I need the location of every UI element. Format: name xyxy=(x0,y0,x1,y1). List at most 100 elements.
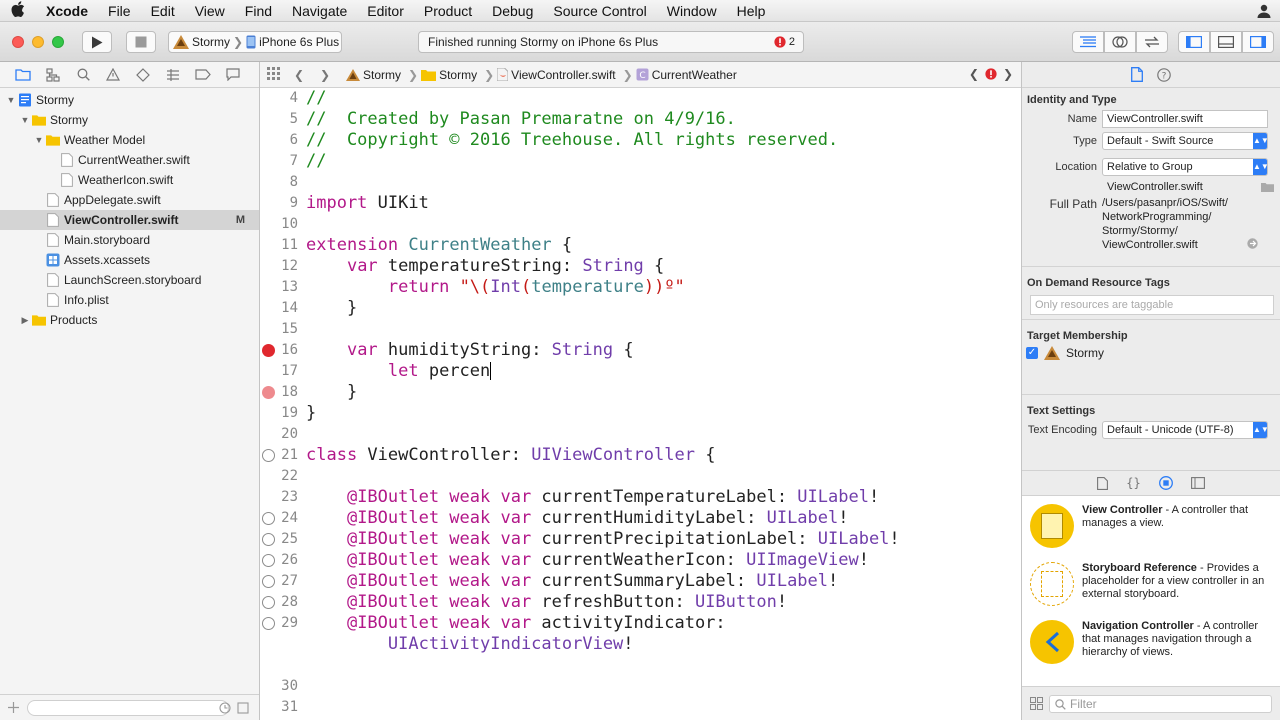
library-filter-input[interactable]: Filter xyxy=(1049,694,1272,713)
encoding-select[interactable]: Default - Unicode (UTF-8) ▲▼ xyxy=(1102,421,1269,439)
menu-file[interactable]: File xyxy=(98,0,141,22)
tree-item[interactable]: Assets.xcassets xyxy=(0,250,259,270)
grid-view-icon[interactable] xyxy=(1030,697,1043,710)
find-navigator-tab[interactable] xyxy=(74,66,92,84)
next-issue-icon[interactable]: ❯ xyxy=(1003,67,1013,81)
disclosure-open-icon[interactable]: ▼ xyxy=(20,110,30,130)
code-token: temperatureString: xyxy=(377,256,583,276)
disclosure-closed-icon[interactable]: ▶ xyxy=(20,310,30,330)
add-icon[interactable] xyxy=(8,702,19,713)
assistant-editor-button[interactable] xyxy=(1104,31,1136,53)
object-library-icon[interactable] xyxy=(1158,476,1173,490)
toolbar: Stormy ❯ iPhone 6s Plus Finished running… xyxy=(0,22,1280,62)
tree-item[interactable]: Main.storyboard xyxy=(0,230,259,250)
crumb-file[interactable]: ViewController.swift xyxy=(497,68,619,82)
menu-product[interactable]: Product xyxy=(414,0,482,22)
tree-item[interactable]: ▼ Stormy xyxy=(0,110,259,130)
scheme-selector[interactable]: Stormy ❯ iPhone 6s Plus xyxy=(168,31,342,53)
previous-issue-icon[interactable]: ❮ xyxy=(969,67,979,81)
disclosure-open-icon[interactable]: ▼ xyxy=(34,130,44,150)
tree-item[interactable]: ▼ Stormy xyxy=(0,90,259,110)
issue-navigator-tab[interactable] xyxy=(104,66,122,84)
error-icon[interactable] xyxy=(985,68,997,80)
choose-location-folder-icon[interactable] xyxy=(1261,182,1274,192)
test-navigator-tab[interactable] xyxy=(134,66,152,84)
navigator-filter-input[interactable] xyxy=(27,699,229,716)
menu-app-xcode[interactable]: Xcode xyxy=(36,0,98,22)
menu-navigate[interactable]: Navigate xyxy=(282,0,357,22)
tree-item[interactable]: ViewController.swift M xyxy=(0,210,259,230)
location-select[interactable]: Relative to Group ▲▼ xyxy=(1102,158,1269,176)
source-control-filter-icon[interactable] xyxy=(237,701,249,714)
library-item[interactable]: Navigation Controller - A controller tha… xyxy=(1022,612,1280,670)
run-button[interactable] xyxy=(82,31,112,53)
user-icon[interactable] xyxy=(1256,3,1272,19)
modified-badge: M xyxy=(235,214,245,226)
crumb-group[interactable]: Stormy xyxy=(421,68,481,82)
code-token: Int xyxy=(490,277,521,297)
menu-debug[interactable]: Debug xyxy=(482,0,543,22)
back-icon[interactable]: ❮ xyxy=(286,68,312,82)
select-arrows-icon: ▲▼ xyxy=(1253,133,1269,149)
code-line: 25 @IBOutlet weak var currentPrecipitati… xyxy=(260,529,1021,550)
version-editor-button[interactable] xyxy=(1136,31,1168,53)
file-inspector-icon[interactable] xyxy=(1131,67,1143,82)
recent-files-icon[interactable] xyxy=(219,701,231,714)
toggle-utilities-button[interactable] xyxy=(1242,31,1274,53)
ondemand-tags-field[interactable]: Only resources are taggable xyxy=(1030,295,1274,315)
menu-editor[interactable]: Editor xyxy=(357,0,414,22)
file-template-icon[interactable] xyxy=(1097,476,1109,490)
name-field[interactable]: ViewController.swift xyxy=(1102,110,1268,128)
standard-editor-button[interactable] xyxy=(1072,31,1104,53)
window-zoom-button[interactable] xyxy=(52,36,64,48)
tree-item-label: Stormy xyxy=(50,113,89,127)
report-navigator-tab[interactable] xyxy=(224,66,242,84)
source-editor[interactable]: 4 // 5 // Created by Pasan Premaratne on 4/… xyxy=(260,88,1021,720)
symbol-navigator-tab[interactable] xyxy=(44,66,62,84)
tree-item[interactable]: ▶ Products xyxy=(0,310,259,330)
quick-help-icon[interactable]: ? xyxy=(1157,67,1171,82)
tree-item[interactable]: ▼ Weather Model xyxy=(0,130,259,150)
crumb-project[interactable]: Stormy xyxy=(346,68,405,82)
disclosure-open-icon[interactable]: ▼ xyxy=(6,90,16,110)
menu-help[interactable]: Help xyxy=(727,0,776,22)
reveal-in-finder-icon[interactable] xyxy=(1247,238,1258,249)
menu-edit[interactable]: Edit xyxy=(141,0,185,22)
crumb-symbol[interactable]: C CurrentWeather xyxy=(636,68,741,82)
stop-button[interactable] xyxy=(126,31,156,53)
target-checkbox[interactable]: ✓ xyxy=(1026,347,1038,359)
menu-source-control[interactable]: Source Control xyxy=(543,0,656,22)
toggle-navigator-button[interactable] xyxy=(1178,31,1210,53)
project-navigator-tab[interactable] xyxy=(14,66,32,84)
toggle-debug-area-button[interactable] xyxy=(1210,31,1242,53)
window-close-button[interactable] xyxy=(12,36,24,48)
apple-menu-icon[interactable] xyxy=(0,0,36,21)
debug-navigator-tab[interactable] xyxy=(164,66,182,84)
library-item[interactable]: View Controller - A controller that mana… xyxy=(1022,496,1280,554)
menu-find[interactable]: Find xyxy=(235,0,282,22)
tree-item[interactable]: Info.plist xyxy=(0,290,259,310)
activity-error-count[interactable]: 2 xyxy=(774,36,795,48)
stop-icon xyxy=(135,36,147,48)
related-items-icon[interactable] xyxy=(260,66,286,83)
tree-item[interactable]: WeatherIcon.swift xyxy=(0,170,259,190)
code-line: 23 @IBOutlet weak var currentTemperature… xyxy=(260,487,1021,508)
code-text: } xyxy=(306,298,357,319)
media-library-icon[interactable] xyxy=(1190,477,1205,489)
type-select[interactable]: Default - Swift Source ▲▼ xyxy=(1102,132,1269,150)
menu-window[interactable]: Window xyxy=(657,0,727,22)
library-item[interactable]: Storyboard Reference - Provides a placeh… xyxy=(1022,554,1280,612)
window-minimize-button[interactable] xyxy=(32,36,44,48)
menu-view[interactable]: View xyxy=(185,0,235,22)
tree-item[interactable]: LaunchScreen.storyboard xyxy=(0,270,259,290)
svg-text:?: ? xyxy=(1162,71,1167,81)
forward-icon[interactable]: ❯ xyxy=(312,68,338,82)
tree-item[interactable]: CurrentWeather.swift xyxy=(0,150,259,170)
tree-item[interactable]: AppDelegate.swift xyxy=(0,190,259,210)
breakpoint-navigator-tab[interactable] xyxy=(194,66,212,84)
code-snippet-icon[interactable]: {} xyxy=(1126,476,1140,490)
code-token: ! xyxy=(858,550,869,570)
